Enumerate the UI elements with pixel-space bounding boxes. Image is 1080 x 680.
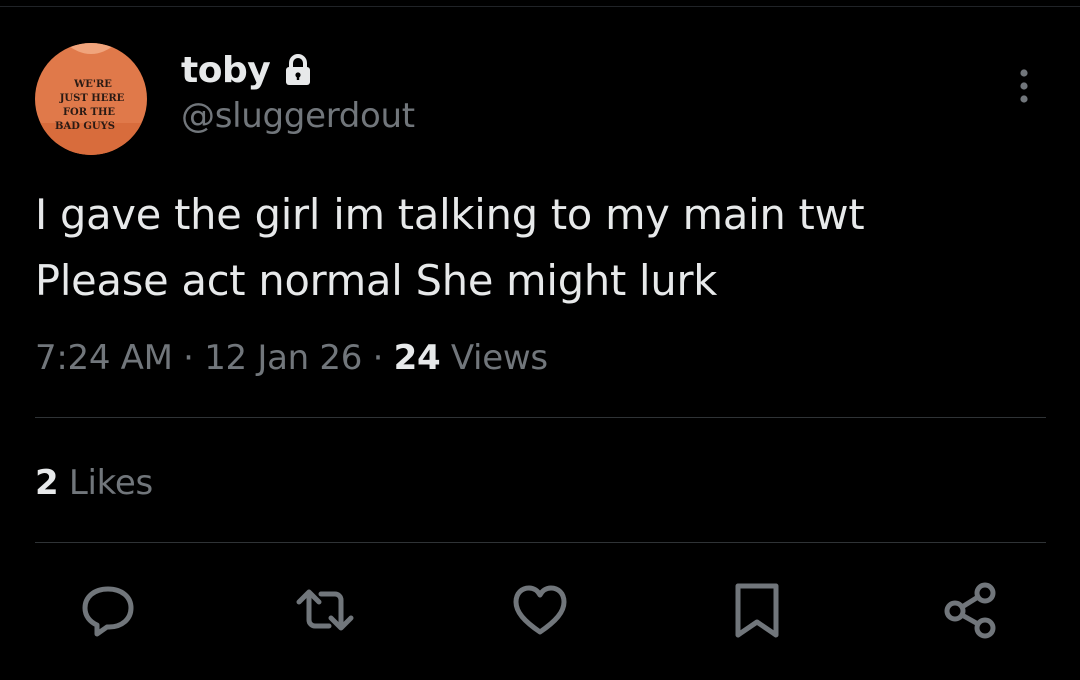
user-info: toby @sluggerdout (181, 48, 415, 137)
views-count: 24 (393, 338, 441, 378)
more-options-icon (1020, 69, 1028, 103)
likes-link[interactable]: 2 Likes (35, 458, 153, 508)
share-button[interactable] (940, 580, 1000, 640)
avatar[interactable]: WE'RE JUST HERE FOR THE BAD GUYS (35, 43, 147, 155)
tweet-time[interactable]: 7:24 AM (35, 338, 173, 378)
views-label: Views (450, 338, 548, 378)
avatar-shirt-line-4: BAD GUYS (55, 121, 115, 132)
bookmark-button[interactable] (727, 580, 787, 640)
meta-separator: · (372, 338, 384, 378)
divider (35, 417, 1046, 418)
top-border (0, 6, 1080, 7)
avatar-shirt-line-3: FOR THE (63, 107, 115, 118)
lock-icon (283, 53, 313, 87)
likes-count: 2 (35, 463, 59, 503)
tweet-text: I gave the girl im talking to my main tw… (35, 182, 1045, 314)
retweet-button[interactable] (295, 580, 355, 640)
avatar-shirt-line-2: JUST HERE (59, 93, 125, 104)
name-row: toby (181, 48, 415, 92)
user-handle[interactable]: @sluggerdout (181, 96, 415, 136)
share-icon (944, 582, 996, 639)
reply-icon (82, 586, 134, 637)
action-bar (0, 580, 1080, 644)
tweet-date[interactable]: 12 Jan 26 (204, 338, 362, 378)
tweet-line: Please act normal She might lurk (35, 256, 718, 305)
avatar-shirt-line-1: WE'RE (73, 79, 112, 90)
likes-label: Likes (68, 463, 153, 503)
like-button[interactable] (510, 580, 570, 640)
more-options-button[interactable] (1008, 66, 1040, 110)
avatar-image: WE'RE JUST HERE FOR THE BAD GUYS (35, 43, 147, 155)
tweet-line: I gave the girl im talking to my main tw… (35, 190, 865, 239)
reply-button[interactable] (78, 580, 138, 640)
display-name[interactable]: toby (181, 50, 271, 91)
retweet-icon (296, 589, 354, 631)
divider (35, 542, 1046, 543)
meta-separator: · (183, 338, 194, 378)
tweet-meta: 7:24 AM · 12 Jan 26 · 24 Views (35, 332, 548, 384)
like-icon (513, 585, 567, 635)
bookmark-icon (735, 583, 779, 638)
